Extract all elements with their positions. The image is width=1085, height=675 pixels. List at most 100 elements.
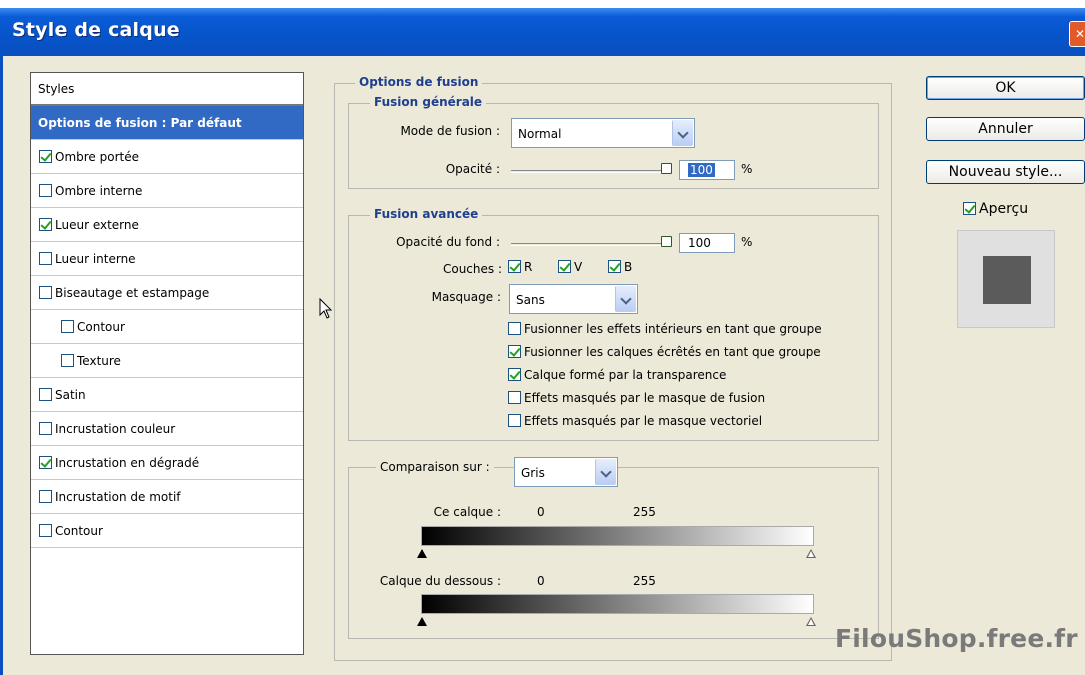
- chevron-down-icon: [672, 120, 693, 146]
- style-item-label: Incrustation couleur: [55, 422, 176, 436]
- ce-calque-label: Ce calque :: [433, 505, 501, 519]
- style-item-label: Incrustation en dégradé: [55, 456, 200, 470]
- opacite-fond-input[interactable]: 100: [679, 233, 735, 253]
- chevron-down-icon: [615, 286, 636, 312]
- options-de-fusion-title: Options de fusion: [355, 75, 483, 89]
- style-item-lueur-externe[interactable]: Lueur externe: [31, 208, 303, 242]
- calque-dessous-black-slider-icon[interactable]: [417, 617, 427, 626]
- annuler-button[interactable]: Annuler: [926, 117, 1085, 141]
- mouse-cursor-icon: [319, 298, 333, 319]
- ce-calque-black-slider-icon[interactable]: [417, 549, 427, 558]
- couche-r-checkbox[interactable]: [508, 260, 521, 273]
- masque-fusion-label: Effets masqués par le masque de fusion: [524, 391, 766, 405]
- masquage-label: Masquage :: [431, 290, 501, 304]
- style-item-satin[interactable]: Satin: [31, 378, 303, 412]
- contour-checkbox[interactable]: [39, 524, 52, 537]
- check-effets-interieurs[interactable]: Fusionner les effets intérieurs en tant …: [508, 322, 822, 336]
- style-item-contour[interactable]: Contour: [31, 514, 303, 548]
- biseautage-checkbox[interactable]: [39, 286, 52, 299]
- opacite-slider[interactable]: [511, 170, 671, 173]
- calques-ecretes-checkbox[interactable]: [508, 345, 521, 358]
- apercu-checkbox[interactable]: [963, 201, 976, 215]
- calque-dessous-white-slider-icon[interactable]: [806, 617, 816, 626]
- style-item-label: Incrustation de motif: [55, 490, 181, 504]
- comparaison-select[interactable]: Gris: [514, 457, 618, 487]
- couche-b[interactable]: B: [608, 260, 632, 274]
- style-item-contour-sub[interactable]: Contour: [31, 310, 303, 344]
- close-button[interactable]: ✕: [1069, 21, 1085, 47]
- style-preview: [957, 230, 1055, 328]
- ce-calque-white-slider-icon[interactable]: [806, 549, 816, 558]
- couche-v-label: V: [574, 260, 583, 274]
- style-item-label: Texture: [77, 354, 121, 368]
- style-item-lueur-interne[interactable]: Lueur interne: [31, 242, 303, 276]
- satin-checkbox[interactable]: [39, 388, 52, 401]
- watermark: FilouShop.free.fr: [835, 624, 1078, 653]
- style-item-options-de-fusion[interactable]: Options de fusion : Par défaut: [31, 106, 303, 140]
- apercu-toggle[interactable]: Aperçu: [963, 201, 1028, 217]
- opacite-value: 100: [688, 163, 715, 177]
- calque-dessous-max: 255: [633, 574, 656, 588]
- opacite-fond-slider[interactable]: [511, 243, 671, 246]
- style-item-label: Contour: [55, 524, 103, 538]
- style-item-incrustation-couleur[interactable]: Incrustation couleur: [31, 412, 303, 446]
- style-preview-swatch: [983, 256, 1031, 304]
- couche-r[interactable]: R: [508, 260, 532, 274]
- masque-vectoriel-label: Effets masqués par le masque vectoriel: [524, 414, 763, 428]
- window-title: Style de calque: [12, 19, 180, 41]
- style-item-label: Ombre portée: [55, 150, 139, 164]
- calque-dessous-gradient: [421, 594, 814, 614]
- incrustation-couleur-checkbox[interactable]: [39, 422, 52, 435]
- masque-vectoriel-checkbox[interactable]: [508, 414, 521, 427]
- check-calque-transparence[interactable]: Calque formé par la transparence: [508, 368, 726, 382]
- incrustation-motif-checkbox[interactable]: [39, 490, 52, 503]
- styles-list: Styles Options de fusion : Par défaut Om…: [30, 72, 304, 655]
- window-border: [0, 56, 3, 675]
- style-item-incrustation-motif[interactable]: Incrustation de motif: [31, 480, 303, 514]
- opacite-fond-slider-thumb[interactable]: [661, 236, 672, 247]
- style-item-label: Biseautage et estampage: [55, 286, 210, 300]
- opacite-label: Opacité :: [445, 162, 500, 176]
- title-bar: Style de calque ✕: [0, 0, 1085, 56]
- style-item-label: Ombre interne: [55, 184, 143, 198]
- nouveau-style-button[interactable]: Nouveau style...: [926, 160, 1085, 184]
- ce-calque-max: 255: [633, 505, 656, 519]
- contour-sub-checkbox[interactable]: [61, 320, 74, 333]
- masque-fusion-checkbox[interactable]: [508, 391, 521, 404]
- opacite-input[interactable]: 100: [679, 160, 735, 180]
- masquage-select[interactable]: Sans: [509, 284, 638, 314]
- opacite-percent: %: [741, 162, 753, 176]
- style-item-texture[interactable]: Texture: [31, 344, 303, 378]
- couche-b-checkbox[interactable]: [608, 260, 621, 273]
- ombre-portee-checkbox[interactable]: [39, 150, 52, 163]
- incrustation-degrade-checkbox[interactable]: [39, 456, 52, 469]
- check-masque-fusion[interactable]: Effets masqués par le masque de fusion: [508, 391, 765, 405]
- style-item-biseautage[interactable]: Biseautage et estampage: [31, 276, 303, 310]
- opacite-slider-thumb[interactable]: [661, 163, 672, 174]
- mode-de-fusion-value: Normal: [518, 127, 562, 141]
- masquage-value: Sans: [516, 293, 545, 307]
- ombre-interne-checkbox[interactable]: [39, 184, 52, 197]
- lueur-interne-checkbox[interactable]: [39, 252, 52, 265]
- calque-transparence-checkbox[interactable]: [508, 368, 521, 381]
- style-item-label: Contour: [77, 320, 125, 334]
- ce-calque-min: 0: [537, 505, 545, 519]
- couches-label: Couches :: [442, 262, 502, 276]
- opacite-fond-label: Opacité du fond :: [396, 235, 500, 249]
- styles-list-header[interactable]: Styles: [31, 73, 303, 106]
- texture-checkbox[interactable]: [61, 354, 74, 367]
- style-item-ombre-portee[interactable]: Ombre portée: [31, 140, 303, 174]
- couche-v-checkbox[interactable]: [558, 260, 571, 273]
- ok-button[interactable]: OK: [926, 76, 1085, 100]
- check-masque-vectoriel[interactable]: Effets masqués par le masque vectoriel: [508, 414, 762, 428]
- couche-v[interactable]: V: [558, 260, 582, 274]
- mode-de-fusion-label: Mode de fusion :: [400, 124, 500, 138]
- lueur-externe-checkbox[interactable]: [39, 218, 52, 231]
- style-item-ombre-interne[interactable]: Ombre interne: [31, 174, 303, 208]
- calque-dessous-label: Calque du dessous :: [379, 574, 501, 588]
- style-item-incrustation-degrade[interactable]: Incrustation en dégradé: [31, 446, 303, 480]
- comparaison-value: Gris: [521, 466, 545, 480]
- check-calques-ecretes[interactable]: Fusionner les calques écrêtés en tant qu…: [508, 345, 821, 359]
- effets-interieurs-checkbox[interactable]: [508, 322, 521, 335]
- mode-de-fusion-select[interactable]: Normal: [511, 118, 695, 148]
